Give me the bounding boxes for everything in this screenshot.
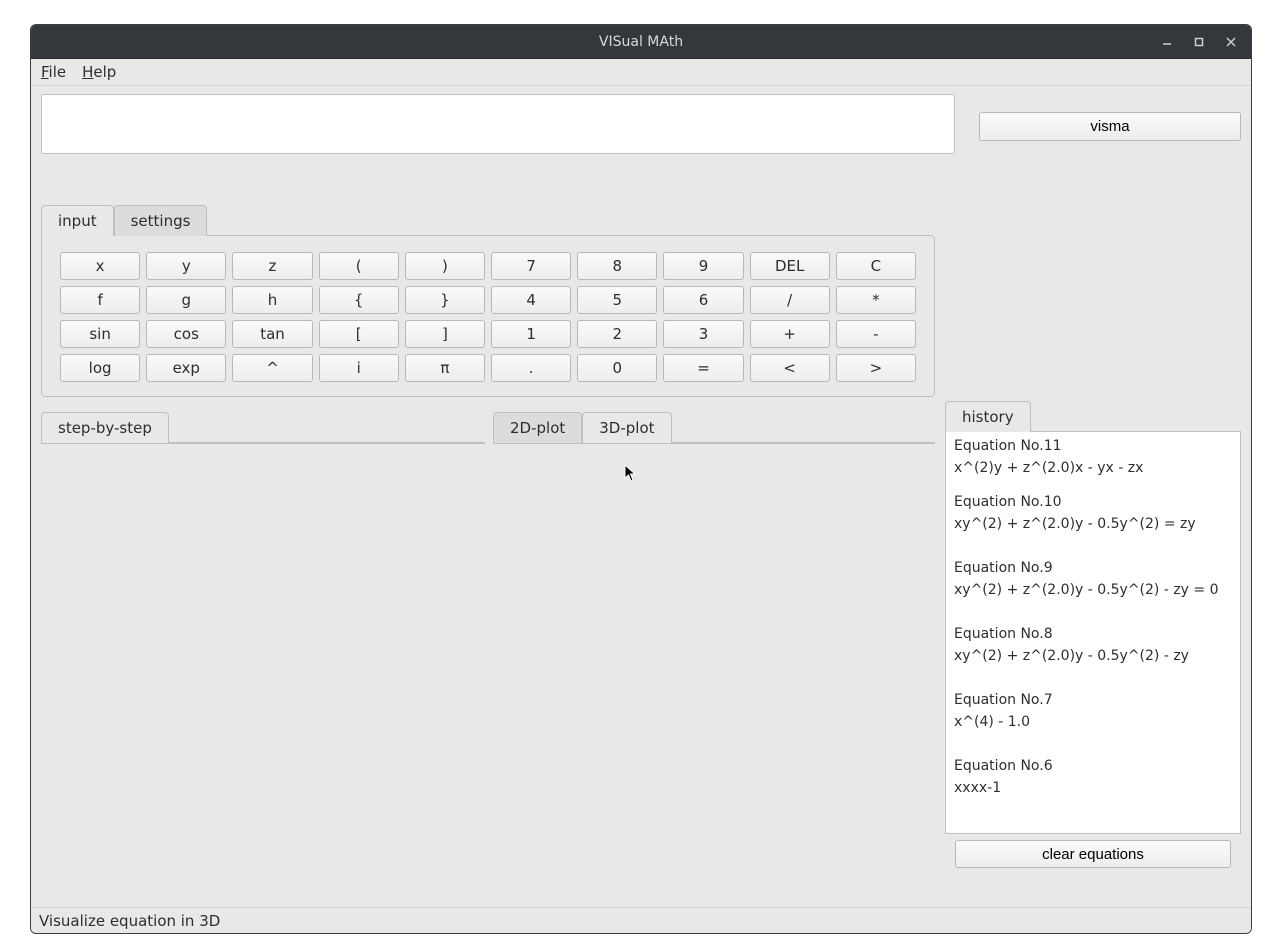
menu-help[interactable]: Help	[82, 63, 116, 81]
key-_[interactable]: -	[836, 320, 916, 348]
history-entry[interactable]: Equation No.8 xy^(2) + z^(2.0)y - 0.5y^(2…	[954, 626, 1232, 664]
key-_[interactable]: <	[750, 354, 830, 382]
key-cos[interactable]: cos	[146, 320, 226, 348]
maximize-button[interactable]	[1185, 30, 1213, 54]
statusbar: Visualize equation in 3D	[31, 907, 1251, 933]
key-exp[interactable]: exp	[146, 354, 226, 382]
history-entry-title: Equation No.10	[954, 494, 1232, 510]
key-z[interactable]: z	[232, 252, 312, 280]
key-_[interactable]: >	[836, 354, 916, 382]
key-_[interactable]: [	[319, 320, 399, 348]
history-entry-expr: xy^(2) + z^(2.0)y - 0.5y^(2) - zy	[954, 648, 1232, 664]
client-area: visma input settings xyz()789DELCfgh{}45…	[31, 86, 1251, 907]
status-text: Visualize equation in 3D	[39, 912, 220, 930]
history-entry-expr: xy^(2) + z^(2.0)y - 0.5y^(2) = zy	[954, 516, 1232, 532]
tab-settings[interactable]: settings	[114, 205, 208, 236]
key-i[interactable]: i	[319, 354, 399, 382]
key-0[interactable]: 0	[577, 354, 657, 382]
key-C[interactable]: C	[836, 252, 916, 280]
history-entry-expr: xy^(2) + z^(2.0)y - 0.5y^(2) - zy = 0	[954, 582, 1232, 598]
key-2[interactable]: 2	[577, 320, 657, 348]
key-8[interactable]: 8	[577, 252, 657, 280]
key-_[interactable]: )	[405, 252, 485, 280]
key-x[interactable]: x	[60, 252, 140, 280]
key-_[interactable]: .	[491, 354, 571, 382]
key-DEL[interactable]: DEL	[750, 252, 830, 280]
clear-equations-button[interactable]: clear equations	[955, 840, 1231, 868]
menu-file[interactable]: File	[41, 63, 66, 81]
history-entry[interactable]: Equation No.7 x^(4) - 1.0	[954, 692, 1232, 730]
key-y[interactable]: y	[146, 252, 226, 280]
window-controls	[1153, 25, 1245, 58]
history-entry-title: Equation No.8	[954, 626, 1232, 642]
window-title: VISual MAth	[599, 34, 683, 50]
key-_[interactable]: ^	[232, 354, 312, 382]
tab-3d-plot[interactable]: 3D-plot	[582, 412, 671, 443]
key-_[interactable]: π	[405, 354, 485, 382]
key-9[interactable]: 9	[663, 252, 743, 280]
history-entry[interactable]: Equation No.10 xy^(2) + z^(2.0)y - 0.5y^(…	[954, 494, 1232, 532]
history-panel[interactable]: Equation No.11 x^(2)y + z^(2.0)x - yx - z…	[945, 431, 1241, 834]
key-sin[interactable]: sin	[60, 320, 140, 348]
key-_[interactable]: (	[319, 252, 399, 280]
key-7[interactable]: 7	[491, 252, 571, 280]
minimize-button[interactable]	[1153, 30, 1181, 54]
history-entry-title: Equation No.9	[954, 560, 1232, 576]
key-_[interactable]: }	[405, 286, 485, 314]
titlebar: VISual MAth	[31, 25, 1251, 59]
key-g[interactable]: g	[146, 286, 226, 314]
key-log[interactable]: log	[60, 354, 140, 382]
history-entry-expr: x^(4) - 1.0	[954, 714, 1232, 730]
history-entry[interactable]: Equation No.11 x^(2)y + z^(2.0)x - yx - z…	[954, 438, 1232, 476]
tab-input[interactable]: input	[41, 205, 114, 236]
history-entry[interactable]: Equation No.6 xxxx-1	[954, 758, 1232, 796]
key-_[interactable]: /	[750, 286, 830, 314]
close-button[interactable]	[1217, 30, 1245, 54]
visma-button[interactable]: visma	[979, 112, 1241, 141]
key-_[interactable]: *	[836, 286, 916, 314]
keypad: xyz()789DELCfgh{}456/* sincostan[]123+- lo…	[60, 252, 916, 382]
tab-step-by-step[interactable]: step-by-step	[41, 412, 169, 443]
tab-2d-plot[interactable]: 2D-plot	[493, 412, 582, 443]
key-5[interactable]: 5	[577, 286, 657, 314]
history-entry[interactable]: Equation No.9 xy^(2) + z^(2.0)y - 0.5y^(2…	[954, 560, 1232, 598]
history-entry-title: Equation No.6	[954, 758, 1232, 774]
expression-input[interactable]	[41, 94, 955, 154]
key-3[interactable]: 3	[663, 320, 743, 348]
menubar: File Help	[31, 59, 1251, 86]
key-_[interactable]: =	[663, 354, 743, 382]
key-1[interactable]: 1	[491, 320, 571, 348]
key-4[interactable]: 4	[491, 286, 571, 314]
key-f[interactable]: f	[60, 286, 140, 314]
key-_[interactable]: +	[750, 320, 830, 348]
key-6[interactable]: 6	[663, 286, 743, 314]
keypad-panel: xyz()789DELCfgh{}456/* sincostan[]123+- lo…	[41, 235, 935, 397]
history-entry-title: Equation No.7	[954, 692, 1232, 708]
app-window: VISual MAth File Help visma	[30, 24, 1252, 934]
key-h[interactable]: h	[232, 286, 312, 314]
key-tan[interactable]: tan	[232, 320, 312, 348]
tab-history[interactable]: history	[945, 401, 1031, 432]
history-entry-title: Equation No.11	[954, 438, 1232, 454]
main-tabstrip: input settings	[41, 204, 935, 235]
key-_[interactable]: {	[319, 286, 399, 314]
key-_[interactable]: ]	[405, 320, 485, 348]
history-entry-expr: x^(2)y + z^(2.0)x - yx - zx	[954, 460, 1232, 476]
history-entry-expr: xxxx-1	[954, 780, 1232, 796]
